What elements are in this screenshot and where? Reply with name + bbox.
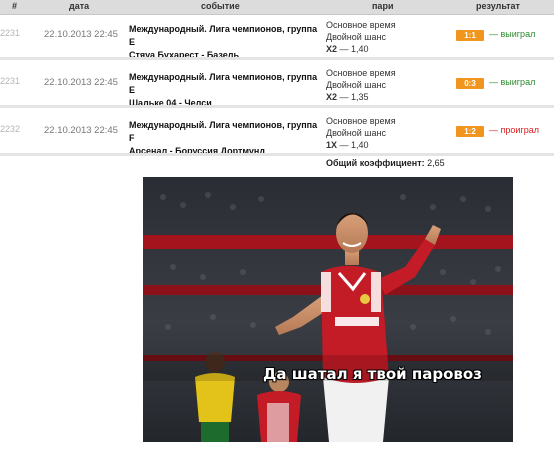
bet-id: 2231 [0, 28, 21, 38]
bet-odds: X2 — 1,35 [326, 91, 396, 103]
header-result: результат [476, 1, 520, 11]
bet-cell: Основное время Двойной шанс X2 — 1,40 [326, 19, 396, 55]
score-badge: 1:1 [456, 30, 484, 41]
result-status: — проиграл [489, 125, 539, 135]
odds-value: — 1,40 [339, 140, 369, 150]
bet-id: 2231 [0, 76, 21, 86]
bet-type: Двойной шанс [326, 128, 387, 138]
odds-pick: X2 [326, 44, 338, 54]
score-badge: 1:2 [456, 126, 484, 137]
bet-time: Основное время [326, 116, 396, 126]
meme-caption: Да шатал я твой паровоз [263, 365, 482, 383]
total-odds-label: Общий коэффициент: [326, 158, 425, 168]
event-tournament: Международный. Лига чемпионов, группа F [129, 120, 318, 143]
bet-date: 22.10.2013 22:45 [44, 125, 118, 136]
bet-cell: Основное время Двойной шанс 1X — 1,40 [326, 115, 396, 151]
event-teams: Шальке 04 - Челси [129, 98, 212, 108]
event-tournament: Международный. Лига чемпионов, группа E [129, 72, 318, 95]
bet-odds: X2 — 1,40 [326, 43, 396, 55]
meme-photo: Да шатал я твой паровоз [143, 177, 513, 442]
bet-odds: 1X — 1,40 [326, 139, 396, 151]
row-divider [0, 105, 554, 108]
event-teams: Стяуа Бухарест - Базель [129, 50, 240, 60]
total-odds-value: 2,65 [427, 158, 445, 168]
header-date: дата [69, 1, 90, 11]
bet-type: Двойной шанс [326, 32, 387, 42]
table-row: 2231 22.10.2013 22:45 Международный. Лиг… [0, 15, 554, 60]
bet-date: 22.10.2013 22:45 [44, 29, 118, 40]
bet-date: 22.10.2013 22:45 [44, 77, 118, 88]
result-status: — выиграл [489, 29, 536, 39]
bet-type: Двойной шанс [326, 80, 387, 90]
table-header: # дата событие пари результат [0, 0, 554, 15]
odds-value: — 1,35 [339, 92, 369, 102]
score-badge: 0:3 [456, 78, 484, 89]
bet-time: Основное время [326, 20, 396, 30]
header-number: # [12, 1, 18, 11]
total-odds: Общий коэффициент: 2,65 [326, 158, 445, 168]
header-event: событие [201, 1, 240, 11]
odds-pick: X2 [326, 92, 338, 102]
row-divider [0, 57, 554, 60]
footballer-image [143, 177, 513, 442]
odds-value: — 1,40 [339, 44, 369, 54]
event-tournament: Международный. Лига чемпионов, группа E [129, 24, 318, 47]
bet-cell: Основное время Двойной шанс X2 — 1,35 [326, 67, 396, 103]
table-row: 2231 22.10.2013 22:45 Международный. Лиг… [0, 63, 554, 108]
row-divider [0, 153, 554, 156]
result-status: — выиграл [489, 77, 536, 87]
event-teams: Арсенал - Боруссия Дортмунд [129, 146, 266, 156]
bet-time: Основное время [326, 68, 396, 78]
header-bet: пари [372, 1, 394, 11]
odds-pick: 1X [326, 140, 338, 150]
bet-id: 2232 [0, 124, 21, 134]
table-row: 2232 22.10.2013 22:45 Международный. Лиг… [0, 111, 554, 156]
